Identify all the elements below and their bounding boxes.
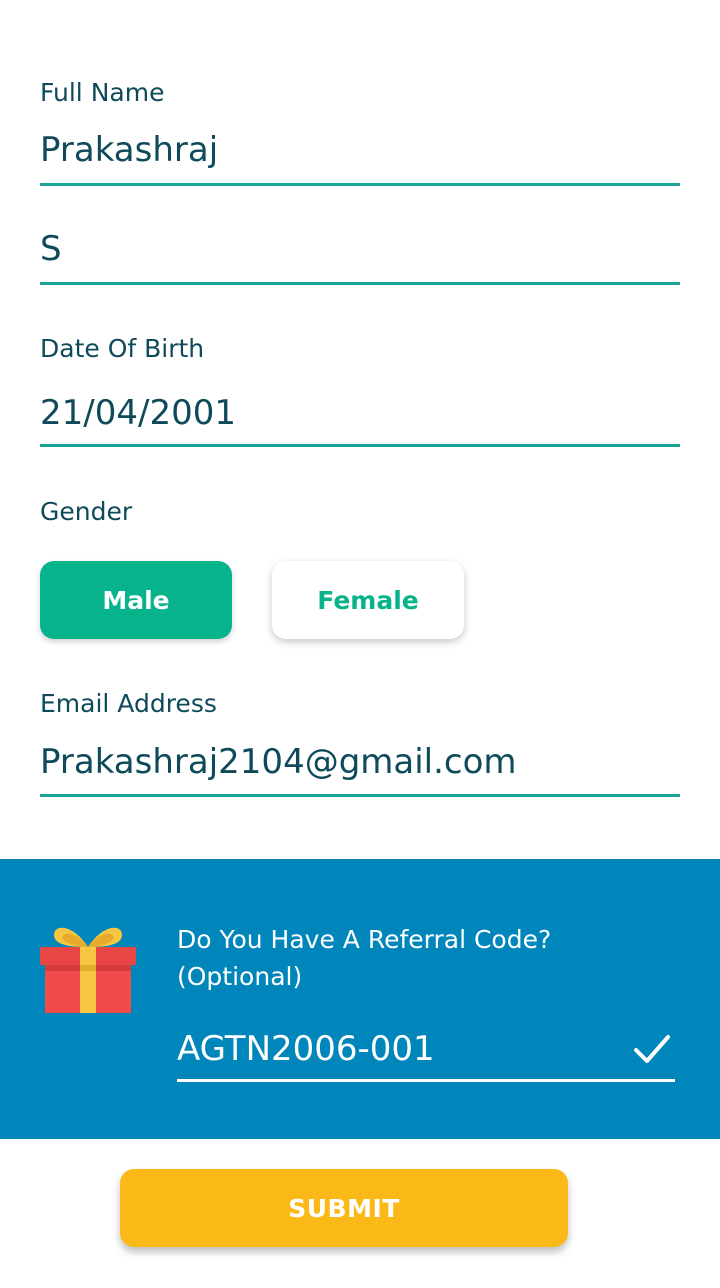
gender-female-button[interactable]: Female <box>272 561 464 639</box>
referral-code-field[interactable]: AGTN2006-001 <box>177 1029 675 1082</box>
referral-title-line2: (Optional) <box>177 962 303 991</box>
last-name-field[interactable]: S <box>40 232 680 285</box>
email-value: Prakashraj2104@gmail.com <box>40 742 517 782</box>
email-field[interactable]: Prakashraj2104@gmail.com <box>40 745 680 797</box>
referral-question: Do You Have A Referral Code? (Optional) <box>177 921 657 995</box>
registration-page: Full Name Prakashraj S Date Of Birth 21/… <box>0 0 720 1288</box>
submit-button[interactable]: SUBMIT <box>120 1169 568 1247</box>
gift-icon <box>40 921 136 1013</box>
date-of-birth-value: 21/04/2001 <box>40 393 236 433</box>
referral-code-value: AGTN2006-001 <box>177 1029 435 1069</box>
referral-title-line1: Do You Have A Referral Code? <box>177 925 552 954</box>
date-of-birth-field[interactable]: 21/04/2001 <box>40 396 680 447</box>
gender-label: Gender <box>40 497 133 526</box>
first-name-field[interactable]: Prakashraj <box>40 133 680 186</box>
check-icon <box>633 1033 671 1065</box>
email-address-label: Email Address <box>40 689 217 718</box>
referral-section: Do You Have A Referral Code? (Optional) … <box>0 859 720 1139</box>
last-name-value: S <box>40 229 62 269</box>
full-name-label: Full Name <box>40 78 165 107</box>
gender-male-button[interactable]: Male <box>40 561 232 639</box>
date-of-birth-label: Date Of Birth <box>40 334 205 363</box>
first-name-value: Prakashraj <box>40 130 219 170</box>
